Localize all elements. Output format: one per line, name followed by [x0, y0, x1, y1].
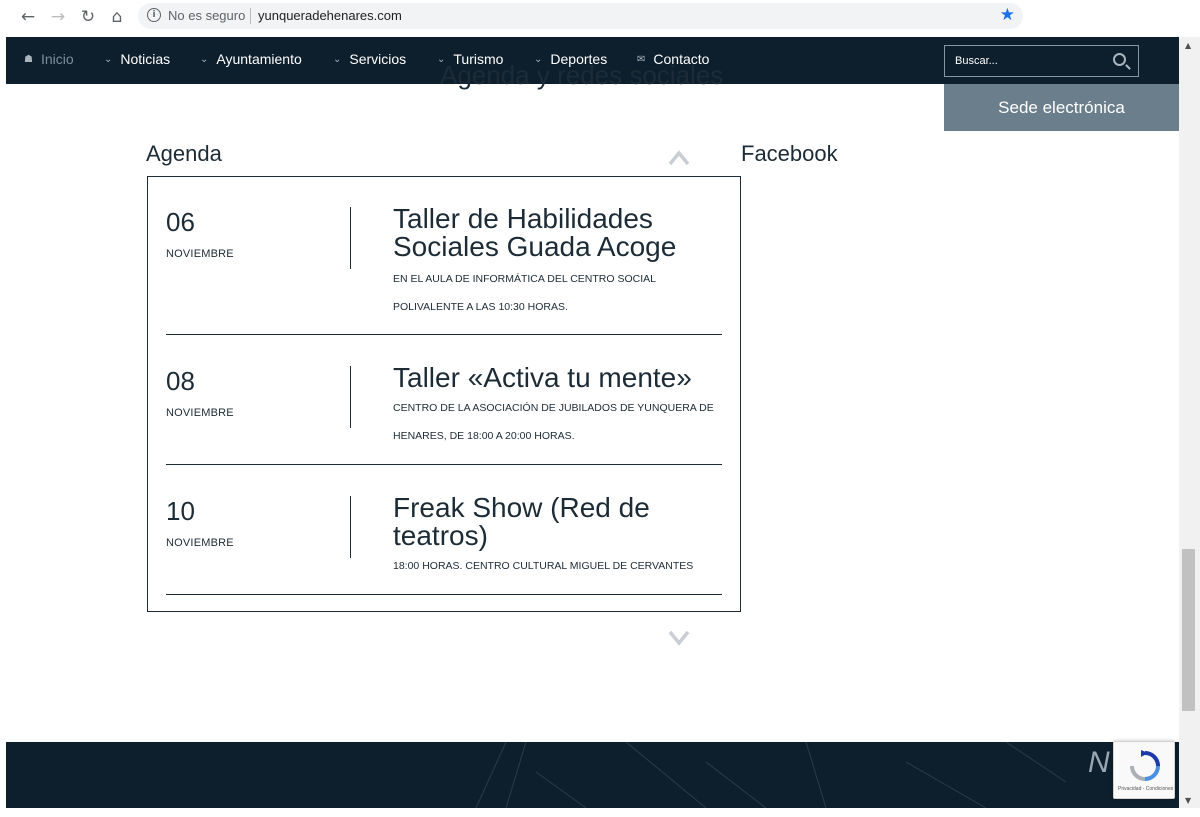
page-scrollbar[interactable]: ▲ ▼: [1179, 37, 1200, 808]
scroll-down-arrow-icon[interactable]: [667, 626, 691, 650]
event-title[interactable]: Taller «Activa tu mente»: [393, 364, 723, 392]
scroll-down-icon[interactable]: ▼: [1185, 796, 1191, 805]
reload-button[interactable]: ↻: [77, 6, 99, 28]
event-separator: [166, 464, 722, 465]
scroll-up-arrow-icon[interactable]: [667, 146, 691, 170]
footer-partial-text: N: [1088, 746, 1110, 779]
event-divider: [350, 207, 351, 269]
footer-band: N: [6, 742, 1179, 808]
security-label: No es seguro: [168, 8, 246, 23]
bookmark-star-icon[interactable]: ★: [1000, 5, 1015, 25]
url-text[interactable]: yunqueradehenares.com: [258, 8, 402, 23]
facebook-heading: Facebook: [741, 141, 838, 166]
event-divider: [350, 366, 351, 428]
event-title[interactable]: Freak Show (Red de teatros): [393, 494, 723, 550]
recaptcha-links[interactable]: Privacidad - Condiciones: [1118, 786, 1173, 792]
event-separator: [166, 334, 722, 335]
event-month: NOVIEMBRE: [166, 248, 234, 260]
recaptcha-badge[interactable]: Privacidad - Condiciones: [1113, 741, 1175, 799]
event-month: NOVIEMBRE: [166, 537, 234, 549]
address-bar[interactable]: i No es seguro yunqueradehenares.com ★: [138, 3, 1023, 29]
back-button[interactable]: ←: [17, 6, 39, 28]
bottom-edge: [0, 808, 1200, 817]
home-button[interactable]: ⌂: [106, 6, 128, 28]
forward-button[interactable]: →: [47, 6, 69, 28]
event-month: NOVIEMBRE: [166, 407, 234, 419]
event-divider: [350, 496, 351, 558]
recaptcha-icon: [1130, 750, 1160, 781]
sede-electronica-button[interactable]: Sede electrónica: [944, 84, 1179, 131]
browser-toolbar: ← → ↻ ⌂ i No es seguro yunqueradehenares…: [0, 0, 1200, 37]
event-description: CENTRO DE LA ASOCIACIÓN DE JUBILADOS DE …: [393, 402, 714, 442]
agenda-heading: Agenda: [146, 141, 222, 166]
info-icon[interactable]: i: [147, 8, 161, 22]
event-description: EN EL AULA DE INFORMÁTICA DEL CENTRO SOC…: [393, 273, 656, 313]
scrollbar-thumb[interactable]: [1182, 549, 1195, 711]
event-separator: [166, 594, 722, 595]
event-title[interactable]: Taller de Habilidades Sociales Guada Aco…: [393, 205, 723, 261]
address-divider: [250, 8, 251, 24]
event-day: 06: [166, 207, 195, 237]
event-description: 18:00 HORAS. CENTRO CULTURAL MIGUEL DE C…: [393, 560, 694, 572]
event-day: 10: [166, 496, 195, 526]
scroll-up-icon[interactable]: ▲: [1185, 41, 1191, 50]
agenda-list: 06 NOVIEMBRE Taller de Habilidades Socia…: [147, 176, 741, 612]
event-day: 08: [166, 366, 195, 396]
footer-map-lines: [475, 742, 1067, 808]
header-overlap: [0, 37, 1179, 84]
